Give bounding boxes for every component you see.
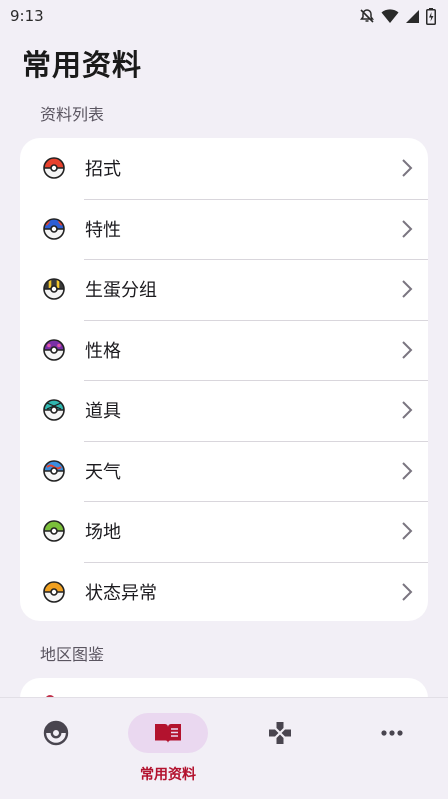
great-ball-icon [43, 217, 65, 240]
bottom-navigation: 常用资料 [0, 697, 448, 799]
chevron-right-icon [402, 280, 413, 298]
list-item-weather[interactable]: 天气 [20, 440, 428, 502]
list-item-label: 生蛋分组 [85, 280, 157, 302]
list-item-terrain[interactable]: 场地 [20, 501, 428, 562]
nav-item-more[interactable] [336, 698, 448, 799]
chevron-right-icon [402, 341, 413, 359]
net-ball-icon [43, 399, 65, 422]
list-item-egg-groups[interactable]: 生蛋分组 [20, 259, 428, 320]
wifi-icon [381, 8, 399, 24]
more-horizontal-icon [381, 730, 403, 736]
nav-pill [16, 713, 96, 753]
list-item-label: 性格 [85, 340, 121, 362]
list-item-label: 招式 [85, 159, 121, 181]
poke-ball-icon [43, 157, 65, 180]
battery-charging-icon [426, 7, 436, 25]
list-item-label: 特性 [85, 219, 121, 241]
chevron-right-icon [402, 462, 413, 480]
section-label-regional-dex: 地区图鉴 [40, 645, 105, 664]
data-list-card: 招式 特性 生蛋分组 性格 道具 天气 场地 状态异常 [20, 138, 428, 621]
chevron-right-icon [402, 583, 413, 601]
nav-label: 常用资料 [140, 767, 196, 783]
list-item-abilities[interactable]: 特性 [20, 198, 428, 260]
chevron-right-icon [402, 401, 413, 419]
section-label-data-list: 资料列表 [40, 105, 105, 124]
ultra-ball-icon [43, 278, 65, 301]
signal-icon [405, 9, 420, 24]
list-item-items[interactable]: 道具 [20, 380, 428, 441]
list-item-status-conditions[interactable]: 状态异常 [20, 561, 428, 622]
nav-item-games[interactable] [224, 698, 336, 799]
list-item-label: 状态异常 [85, 582, 157, 604]
list-item-label: 天气 [85, 461, 121, 483]
master-ball-icon [43, 338, 65, 361]
status-time: 9:13 [10, 7, 44, 25]
dive-ball-icon [43, 459, 65, 482]
nav-item-common-data[interactable]: 常用资料 [112, 698, 224, 799]
repeat-ball-icon [43, 580, 65, 603]
notifications-off-icon [359, 8, 375, 24]
gamepad-icon [269, 722, 291, 744]
list-item-label: 道具 [85, 401, 121, 423]
chevron-right-icon [402, 522, 413, 540]
list-item-label: 场地 [85, 522, 121, 544]
nav-pill-active [128, 713, 208, 753]
nav-pill [240, 713, 320, 753]
status-bar: 9:13 [0, 0, 448, 32]
list-item-natures[interactable]: 性格 [20, 319, 428, 381]
status-icons [359, 7, 436, 25]
nav-pill [352, 713, 432, 753]
list-item-moves[interactable]: 招式 [20, 138, 428, 199]
page-title: 常用资料 [22, 48, 143, 82]
nest-ball-icon [43, 520, 65, 543]
chevron-right-icon [402, 220, 413, 238]
book-icon [155, 724, 181, 743]
chevron-right-icon [402, 159, 413, 177]
nav-item-pokedex[interactable] [0, 698, 112, 799]
pokeball-tab-icon [43, 720, 69, 746]
